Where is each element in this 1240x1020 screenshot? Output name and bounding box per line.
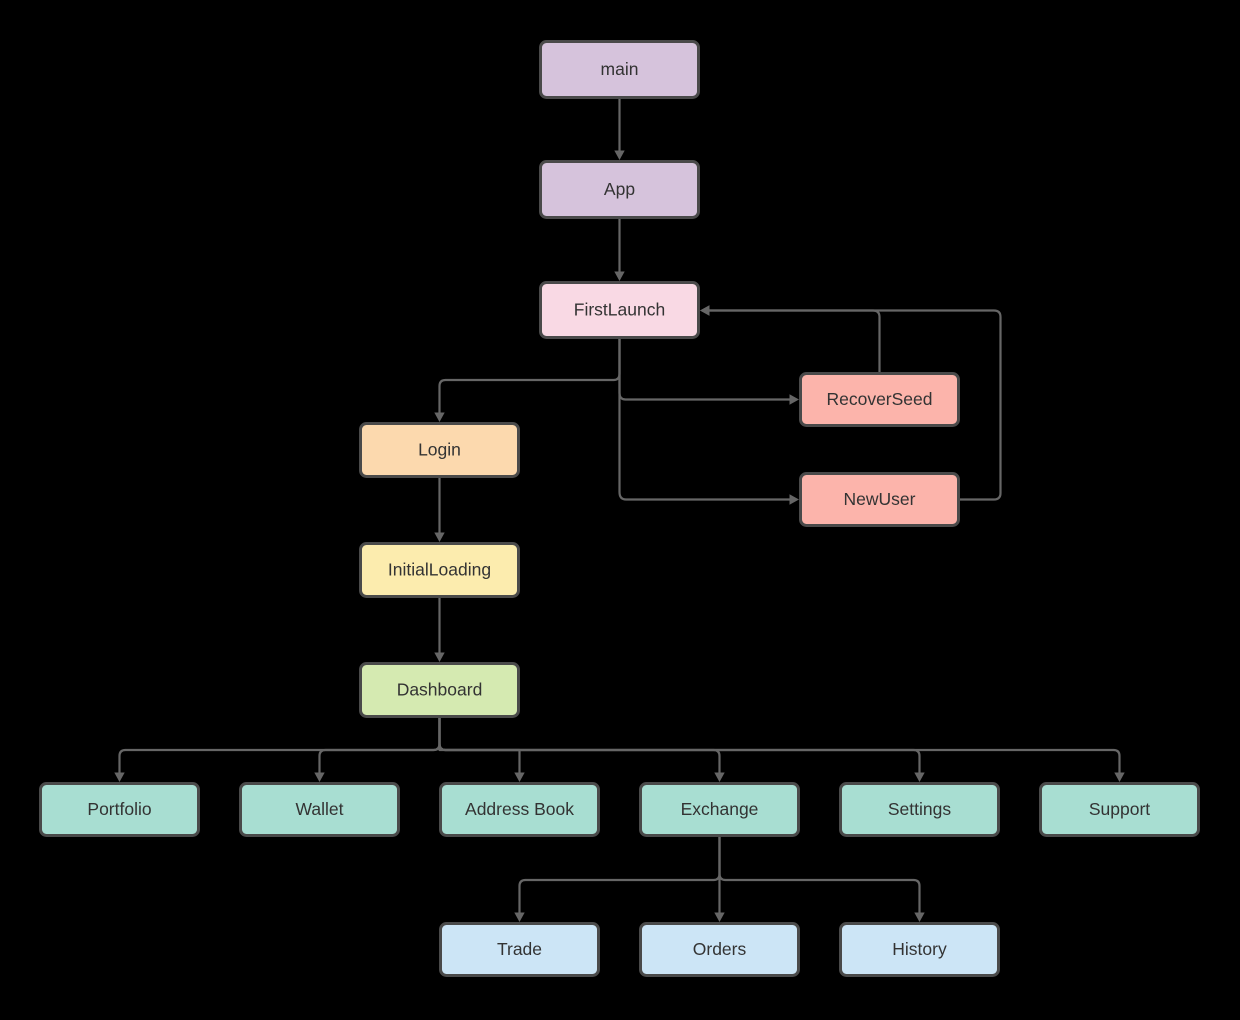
arrowhead-icon <box>789 394 799 405</box>
edge-line <box>718 837 921 914</box>
node-login[interactable]: Login <box>359 422 520 478</box>
edge-line <box>118 718 441 774</box>
edge-firstlaunch-to-recoverseed <box>618 339 799 405</box>
arrowhead-icon <box>434 532 445 542</box>
arrowhead-icon <box>1114 772 1125 782</box>
node-history[interactable]: History <box>839 922 1000 977</box>
arrowhead-icon <box>614 271 625 281</box>
arrowhead-icon <box>314 772 325 782</box>
edge-firstlaunch-to-login <box>434 339 621 422</box>
node-settings[interactable]: Settings <box>839 782 1000 837</box>
edge-line <box>618 339 791 501</box>
edge-line <box>618 339 791 401</box>
arrowhead-icon <box>114 772 125 782</box>
node-recoverseed[interactable]: RecoverSeed <box>799 372 960 427</box>
arrowhead-icon <box>914 912 925 922</box>
edge-firstlaunch-to-newuser <box>618 339 799 505</box>
edge-exchange-to-history <box>718 837 925 922</box>
node-label: Dashboard <box>397 680 483 700</box>
nodes-layer: main App FirstLaunch RecoverSeed NewUser Logi… <box>39 40 1200 977</box>
node-label: FirstLaunch <box>574 300 665 320</box>
node-label: Orders <box>693 939 747 959</box>
edge-recoverseed-to-firstlaunch <box>700 305 881 372</box>
edge-line <box>708 309 881 372</box>
edge-app-to-firstlaunch <box>614 219 625 281</box>
node-trade[interactable]: Trade <box>439 922 600 977</box>
edge-line <box>438 339 621 414</box>
edge-main-to-app <box>614 99 625 160</box>
edge-exchange-to-trade <box>514 837 721 922</box>
node-dashboard[interactable]: Dashboard <box>359 662 520 718</box>
edge-login-to-initialloading <box>434 478 445 542</box>
node-addressbook[interactable]: Address Book <box>439 782 600 837</box>
edge-dashboard-to-support <box>438 718 1125 782</box>
node-exchange[interactable]: Exchange <box>639 782 800 837</box>
edge-line <box>438 718 1121 774</box>
node-newuser[interactable]: NewUser <box>799 472 960 527</box>
edge-line <box>438 718 921 774</box>
flowchart-svg: main App FirstLaunch RecoverSeed NewUser Logi… <box>39 40 1200 977</box>
arrowhead-icon <box>614 150 625 160</box>
node-label: InitialLoading <box>388 560 491 580</box>
arrowhead-icon <box>434 652 445 662</box>
flowchart-canvas: main App FirstLaunch RecoverSeed NewUser Logi… <box>0 0 1240 1020</box>
node-label: History <box>892 939 947 959</box>
arrowhead-icon <box>714 772 725 782</box>
arrowhead-icon <box>914 772 925 782</box>
node-label: Support <box>1089 799 1150 819</box>
edge-dashboard-to-wallet <box>314 718 441 782</box>
arrowhead-icon <box>789 494 799 505</box>
node-label: main <box>601 59 639 79</box>
node-label: Exchange <box>681 799 759 819</box>
node-wallet[interactable]: Wallet <box>239 782 400 837</box>
node-initialloading[interactable]: InitialLoading <box>359 542 520 598</box>
edge-line <box>318 718 441 774</box>
node-main[interactable]: main <box>539 40 700 99</box>
edge-line <box>438 718 721 774</box>
node-orders[interactable]: Orders <box>639 922 800 977</box>
node-label: RecoverSeed <box>826 389 932 409</box>
node-label: Portfolio <box>87 799 151 819</box>
node-label: Login <box>418 440 461 460</box>
node-portfolio[interactable]: Portfolio <box>39 782 200 837</box>
node-firstlaunch[interactable]: FirstLaunch <box>539 281 700 339</box>
arrowhead-icon <box>514 912 525 922</box>
arrowhead-icon <box>700 305 710 316</box>
arrowhead-icon <box>514 772 525 782</box>
arrowhead-icon <box>714 912 725 922</box>
edge-initialloading-to-dashboard <box>434 598 445 662</box>
node-app[interactable]: App <box>539 160 700 219</box>
node-label: Trade <box>497 939 542 959</box>
node-support[interactable]: Support <box>1039 782 1200 837</box>
node-label: NewUser <box>844 489 916 509</box>
node-label: Wallet <box>296 799 344 819</box>
node-label: Settings <box>888 799 951 819</box>
node-label: Address Book <box>465 799 574 819</box>
node-label: App <box>604 179 635 199</box>
edge-line <box>438 718 521 774</box>
edge-line <box>518 837 721 914</box>
arrowhead-icon <box>434 412 445 422</box>
